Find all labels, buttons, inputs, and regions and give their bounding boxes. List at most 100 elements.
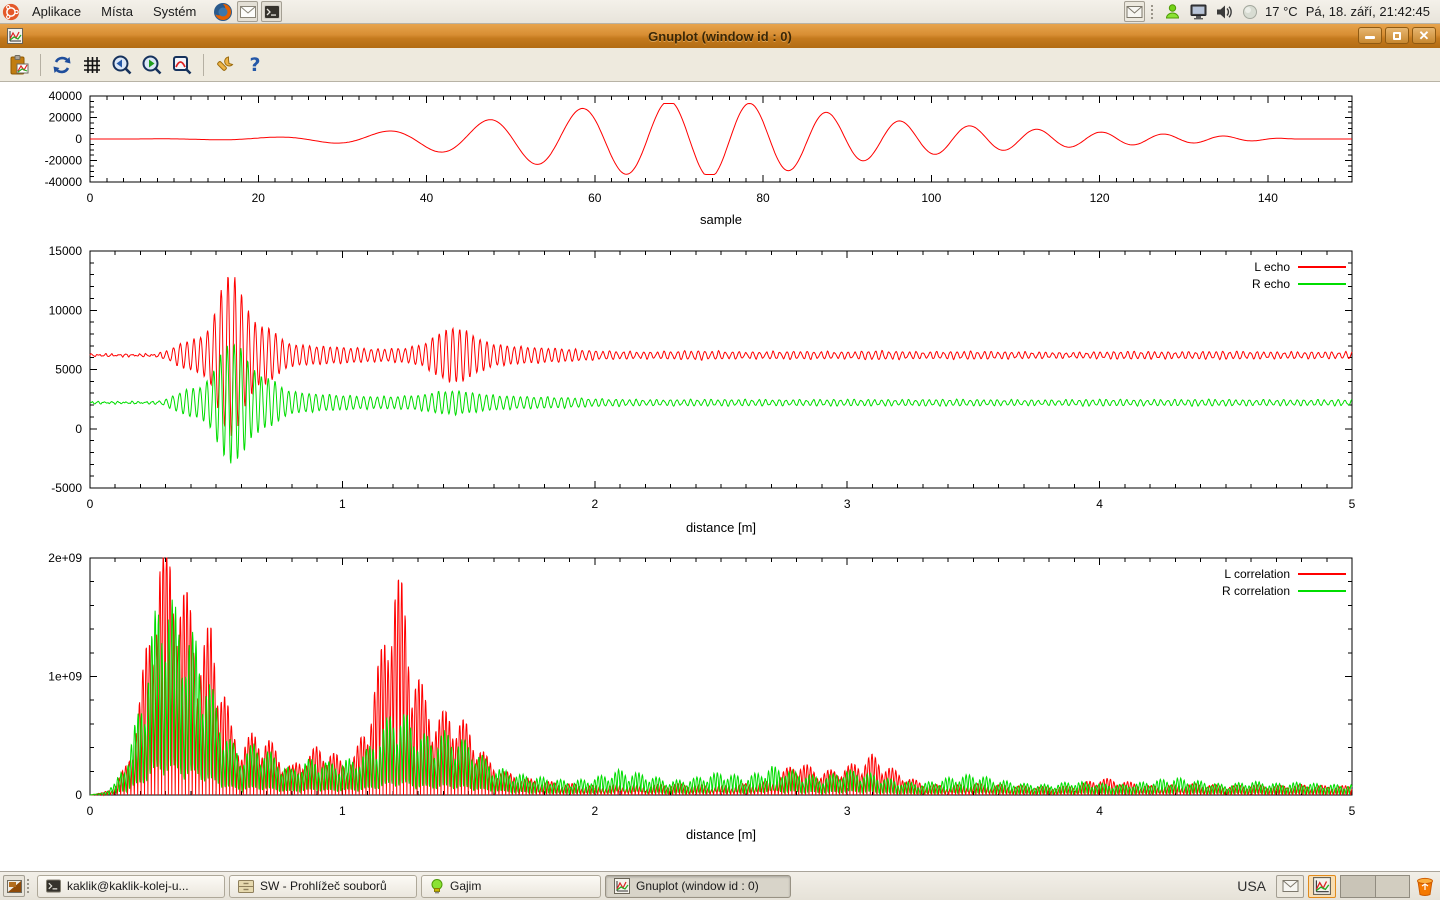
close-icon: ✕ bbox=[1413, 28, 1435, 43]
zoom-next-button[interactable] bbox=[139, 52, 165, 78]
svg-text:4: 4 bbox=[1096, 497, 1103, 511]
svg-text:0: 0 bbox=[75, 788, 82, 802]
taskbar-button-terminal[interactable]: kaklik@kaklik-kolej-u... bbox=[37, 875, 225, 898]
weather-icon[interactable] bbox=[1239, 0, 1261, 24]
gnuplot-icon bbox=[614, 878, 630, 894]
svg-text:R correlation: R correlation bbox=[1222, 584, 1290, 598]
taskbar-button-label: Gnuplot (window id : 0) bbox=[636, 879, 759, 893]
settings-wrench-button[interactable] bbox=[212, 52, 238, 78]
window-title: Gnuplot (window id : 0) bbox=[0, 29, 1440, 44]
svg-text:1: 1 bbox=[339, 804, 346, 818]
svg-text:40: 40 bbox=[420, 191, 434, 205]
series-chirp-signal bbox=[90, 104, 1352, 175]
svg-text:distance [m]: distance [m] bbox=[686, 520, 756, 535]
menu-system[interactable]: Systém bbox=[143, 0, 206, 24]
bottom-taskbar: kaklik@kaklik-kolej-u... SW - Prohlížeč … bbox=[0, 871, 1440, 900]
workspace-1[interactable] bbox=[1341, 876, 1375, 897]
taskbar-handle[interactable] bbox=[27, 879, 31, 893]
taskbar-button-file-manager[interactable]: SW - Prohlížeč souborů bbox=[229, 875, 417, 898]
gnuplot-canvas[interactable]: 020406080100120140-40000-200000200004000… bbox=[0, 82, 1440, 868]
svg-text:sample: sample bbox=[700, 212, 742, 227]
terminal-icon bbox=[46, 879, 61, 893]
svg-text:40000: 40000 bbox=[49, 89, 83, 103]
svg-text:-20000: -20000 bbox=[45, 154, 83, 168]
svg-text:R echo: R echo bbox=[1252, 277, 1290, 291]
gnuplot-toolbar: ? bbox=[0, 48, 1440, 82]
svg-text:5000: 5000 bbox=[55, 363, 82, 377]
panel-handle[interactable] bbox=[1151, 5, 1155, 19]
copy-to-clipboard-button[interactable] bbox=[6, 52, 32, 78]
svg-text:4: 4 bbox=[1096, 804, 1103, 818]
zoom-previous-button[interactable] bbox=[109, 52, 135, 78]
maximize-icon bbox=[1393, 32, 1401, 40]
terminal-launcher-icon[interactable] bbox=[261, 1, 282, 22]
charts-svg: 020406080100120140-40000-200000200004000… bbox=[0, 82, 1440, 868]
svg-text:-5000: -5000 bbox=[51, 481, 82, 495]
toolbar-separator bbox=[40, 54, 41, 76]
menu-places[interactable]: Místa bbox=[91, 0, 143, 24]
minimize-button[interactable] bbox=[1358, 27, 1382, 44]
taskbar-button-label: SW - Prohlížeč souborů bbox=[260, 879, 387, 893]
refresh-button[interactable] bbox=[49, 52, 75, 78]
series-l-correlation bbox=[90, 558, 1352, 795]
mail-tray-icon[interactable] bbox=[1276, 875, 1304, 898]
gnuplot-tray-icon[interactable] bbox=[1308, 875, 1336, 898]
svg-text:0: 0 bbox=[75, 132, 82, 146]
svg-text:20: 20 bbox=[252, 191, 266, 205]
display-settings-icon[interactable] bbox=[1187, 0, 1209, 24]
gnuplot-window-icon bbox=[4, 24, 26, 48]
ubuntu-logo-icon[interactable] bbox=[0, 0, 22, 24]
svg-text:5: 5 bbox=[1349, 497, 1356, 511]
gajim-icon bbox=[430, 879, 444, 894]
svg-text:1: 1 bbox=[339, 497, 346, 511]
chart: 01234501e+092e+09distance [m]L correlati… bbox=[48, 551, 1355, 842]
keyboard-layout-indicator[interactable]: USA bbox=[1237, 878, 1266, 894]
svg-text:L echo: L echo bbox=[1254, 260, 1290, 274]
temperature-readout[interactable]: 17 °C bbox=[1265, 4, 1298, 19]
taskbar-button-gajim[interactable]: Gajim bbox=[421, 875, 601, 898]
file-manager-icon bbox=[238, 880, 254, 893]
chart: 020406080100120140-40000-200000200004000… bbox=[45, 89, 1352, 227]
svg-text:5: 5 bbox=[1349, 804, 1356, 818]
question-mark-icon: ? bbox=[249, 54, 260, 76]
series-r-echo bbox=[90, 345, 1352, 463]
svg-text:20000: 20000 bbox=[49, 111, 83, 125]
svg-text:0: 0 bbox=[75, 422, 82, 436]
replot-autoscale-button[interactable] bbox=[169, 52, 195, 78]
svg-text:3: 3 bbox=[844, 804, 851, 818]
svg-text:3: 3 bbox=[844, 497, 851, 511]
maximize-button[interactable] bbox=[1385, 27, 1409, 44]
taskbar-button-label: Gajim bbox=[450, 879, 481, 893]
user-switcher-icon[interactable] bbox=[1161, 0, 1183, 24]
top-panel: Aplikace Místa Systém bbox=[0, 0, 1440, 24]
help-button[interactable]: ? bbox=[242, 52, 268, 78]
desktop: Aplikace Místa Systém bbox=[0, 0, 1440, 900]
svg-text:10000: 10000 bbox=[49, 303, 83, 317]
minimize-icon bbox=[1365, 36, 1375, 39]
clock-applet[interactable]: Pá, 18. září, 21:42:45 bbox=[1302, 4, 1434, 19]
svg-text:0: 0 bbox=[87, 497, 94, 511]
svg-text:15000: 15000 bbox=[49, 244, 83, 258]
mail-launcher-icon[interactable] bbox=[237, 1, 258, 22]
window-titlebar[interactable]: Gnuplot (window id : 0) ✕ bbox=[0, 24, 1440, 48]
mail-notification-icon[interactable] bbox=[1124, 1, 1145, 22]
svg-text:2: 2 bbox=[591, 804, 598, 818]
show-desktop-button[interactable] bbox=[3, 875, 25, 897]
menu-applications[interactable]: Aplikace bbox=[22, 0, 91, 24]
svg-text:0: 0 bbox=[87, 191, 94, 205]
volume-icon[interactable] bbox=[1213, 0, 1235, 24]
grid-toggle-button[interactable] bbox=[79, 52, 105, 78]
close-button[interactable]: ✕ bbox=[1412, 27, 1436, 44]
svg-text:1e+09: 1e+09 bbox=[48, 670, 82, 684]
trash-applet-icon[interactable] bbox=[1414, 875, 1436, 898]
taskbar-button-gnuplot[interactable]: Gnuplot (window id : 0) bbox=[605, 875, 791, 898]
chart: 012345-5000050001000015000distance [m]L … bbox=[49, 244, 1356, 535]
svg-text:60: 60 bbox=[588, 191, 602, 205]
firefox-launcher-icon[interactable] bbox=[212, 0, 234, 24]
svg-text:120: 120 bbox=[1090, 191, 1110, 205]
svg-text:80: 80 bbox=[756, 191, 770, 205]
workspace-2[interactable] bbox=[1375, 876, 1409, 897]
svg-text:100: 100 bbox=[921, 191, 941, 205]
svg-text:-40000: -40000 bbox=[45, 175, 83, 189]
workspace-switcher bbox=[1340, 875, 1410, 898]
